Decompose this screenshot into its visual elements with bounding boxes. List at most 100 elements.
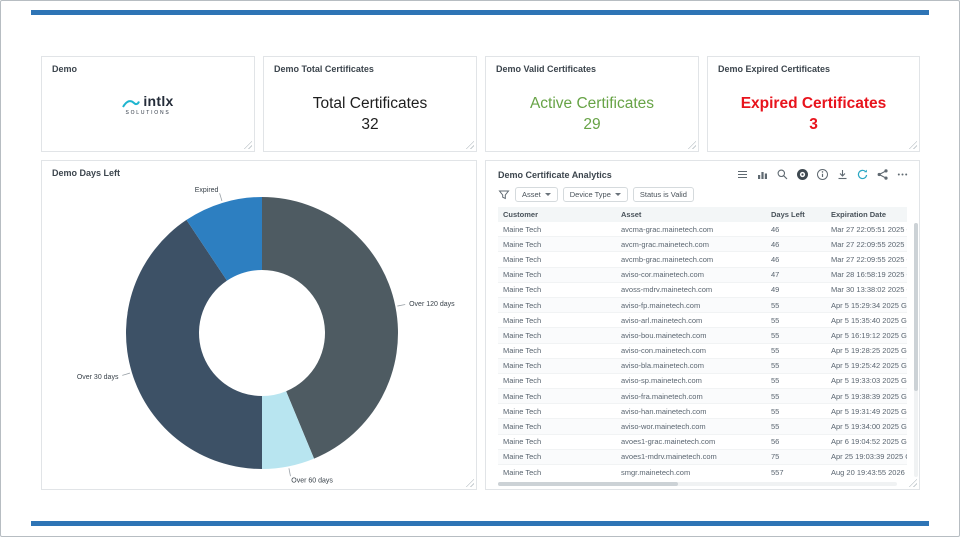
table-cell-asset: aviso-sp.mainetech.com xyxy=(621,376,702,386)
card-days-left: Demo Days Left Over 120 days Over 60 days… xyxy=(41,160,477,490)
download-icon[interactable] xyxy=(836,168,849,181)
table-row[interactable]: Maine Tech avcma-grac.mainetech.com 46 Mar … xyxy=(498,222,907,238)
list-icon[interactable] xyxy=(736,168,749,181)
refresh-icon[interactable] xyxy=(856,168,869,181)
resize-handle[interactable] xyxy=(687,140,696,149)
table-row[interactable]: Maine Tech aviso-con.mainetech.com 55 Apr 5… xyxy=(498,344,907,359)
resize-handle[interactable] xyxy=(465,140,474,149)
filter-status-valid[interactable]: Status is Valid xyxy=(632,187,694,202)
resize-handle[interactable] xyxy=(908,478,917,487)
table-cell-days-left: 75 xyxy=(771,452,780,462)
chevron-down-icon xyxy=(544,193,551,196)
table-row[interactable]: Maine Tech aviso-cor.mainetech.com 47 Mar 2… xyxy=(498,267,907,283)
metric-label: Total Certificates xyxy=(312,95,428,112)
table-cell-expiration: Apr 25 19:03:39 2025 G... xyxy=(831,452,907,462)
card-title: Demo Total Certificates xyxy=(274,64,374,74)
table-cell-days-left: 46 xyxy=(771,224,780,234)
table-cell-customer: Maine Tech xyxy=(503,300,542,310)
share-icon[interactable] xyxy=(876,168,889,181)
filter-asset[interactable]: Asset xyxy=(515,187,558,202)
target-icon[interactable] xyxy=(796,168,809,181)
info-icon[interactable] xyxy=(816,168,829,181)
certificate-table: Customer Asset Days Left Expiration Date… xyxy=(498,207,907,478)
table-cell-expiration: Mar 27 22:09:55 2025 ... xyxy=(831,239,907,249)
metric-value: 29 xyxy=(583,116,601,133)
logo-swoosh-icon xyxy=(122,99,141,108)
bar-chart-icon[interactable] xyxy=(756,168,769,181)
dashboard-slide: Demo intlx SOLUTIONS Demo Total Certific… xyxy=(0,0,960,537)
table-cell-asset: avcma-grac.mainetech.com xyxy=(621,224,714,234)
table-cell-customer: Maine Tech xyxy=(503,467,542,477)
table-row[interactable]: Maine Tech aviso-wor.mainetech.com 55 Apr 5… xyxy=(498,419,907,435)
card-title: Demo Expired Certificates xyxy=(718,64,831,74)
table-row[interactable]: Maine Tech avcmb-grac.mainetech.com 46 Mar … xyxy=(498,252,907,268)
expired-certificates-metric: Expired Certificates 3 xyxy=(708,93,919,135)
table-row[interactable]: Maine Tech aviso-fp.mainetech.com 55 Apr 5 … xyxy=(498,297,907,314)
table-cell-days-left: 557 xyxy=(771,467,784,477)
donut-label-line xyxy=(397,304,406,307)
table-cell-days-left: 55 xyxy=(771,315,780,325)
table-cell-expiration: Mar 28 16:58:19 2025 G... xyxy=(831,270,907,280)
table-cell-days-left: 49 xyxy=(771,285,780,295)
table-cell-customer: Maine Tech xyxy=(503,452,542,462)
table-row[interactable]: Maine Tech avoss-mdrv.mainetech.com 49 Mar … xyxy=(498,283,907,298)
table-cell-days-left: 55 xyxy=(771,391,780,401)
table-cell-days-left: 46 xyxy=(771,254,780,264)
filter-device-type[interactable]: Device Type xyxy=(562,187,628,202)
donut-label: Over 120 days xyxy=(409,301,455,308)
active-certificates-metric: Active Certificates 29 xyxy=(486,93,698,135)
filter-device-type-label: Device Type xyxy=(569,190,611,199)
table-cell-expiration: Mar 30 13:38:02 2025 G... xyxy=(831,285,907,295)
table-row[interactable]: Maine Tech aviso-bla.mainetech.com 55 Apr 5… xyxy=(498,358,907,374)
donut-label: Over 30 days xyxy=(77,374,119,381)
table-row[interactable]: Maine Tech avcm-grac.mainetech.com 46 Mar 2… xyxy=(498,237,907,253)
table-row[interactable]: Maine Tech smgr.mainetech.com 557 Aug 20 19… xyxy=(498,465,907,478)
table-cell-customer: Maine Tech xyxy=(503,254,542,264)
metric-label: Expired Certificates xyxy=(740,95,887,112)
metric-value: 32 xyxy=(361,116,379,133)
table-cell-customer: Maine Tech xyxy=(503,330,542,340)
filter-bar: Asset Device Type Status is Valid xyxy=(486,184,919,207)
table-cell-customer: Maine Tech xyxy=(503,406,542,416)
horizontal-scrollbar-thumb[interactable] xyxy=(498,482,678,486)
column-header-customer[interactable]: Customer xyxy=(498,210,616,219)
card-expired-certificates: Demo Expired Certificates Expired Certif… xyxy=(707,56,920,152)
table-row[interactable]: Maine Tech avoes1-grac.mainetech.com 56 Apr… xyxy=(498,435,907,450)
table-row[interactable]: Maine Tech avoes1-mdrv.mainetech.com 75 Apr… xyxy=(498,449,907,465)
metric-value: 3 xyxy=(809,116,818,133)
resize-handle[interactable] xyxy=(908,140,917,149)
column-header-days-left[interactable]: Days Left xyxy=(766,210,826,219)
table-cell-customer: Maine Tech xyxy=(503,422,542,432)
filter-funnel-icon[interactable] xyxy=(498,189,510,201)
table-cell-asset: aviso-bla.mainetech.com xyxy=(621,361,704,371)
card-total-certificates: Demo Total Certificates Total Certificat… xyxy=(263,56,477,152)
donut-label-line xyxy=(122,372,131,376)
search-icon[interactable] xyxy=(776,168,789,181)
table-row[interactable]: Maine Tech aviso-han.mainetech.com 55 Apr 5… xyxy=(498,404,907,420)
table-row[interactable]: Maine Tech aviso-arl.mainetech.com 55 Apr 5… xyxy=(498,313,907,329)
more-icon[interactable] xyxy=(896,168,909,181)
table-cell-expiration: Apr 5 16:19:12 2025 GMT xyxy=(831,330,907,340)
horizontal-scrollbar[interactable] xyxy=(498,482,897,486)
table-row[interactable]: Maine Tech aviso-bou.mainetech.com 55 Apr 5… xyxy=(498,328,907,344)
cert-table-body: Maine Tech avcma-grac.mainetech.com 46 Mar … xyxy=(498,222,907,478)
table-cell-days-left: 56 xyxy=(771,437,780,447)
vertical-scrollbar[interactable] xyxy=(914,223,918,477)
table-cell-customer: Maine Tech xyxy=(503,361,542,371)
table-cell-expiration: Apr 5 19:33:03 2025 GMT xyxy=(831,376,907,386)
table-row[interactable]: Maine Tech aviso-sp.mainetech.com 55 Apr 5 … xyxy=(498,374,907,390)
table-row[interactable]: Maine Tech aviso-fra.mainetech.com 55 Apr 5… xyxy=(498,389,907,405)
table-cell-asset: aviso-bou.mainetech.com xyxy=(621,330,707,340)
vertical-scrollbar-thumb[interactable] xyxy=(914,223,918,391)
filter-status-label: Status is Valid xyxy=(639,190,687,199)
table-cell-asset: avoss-mdrv.mainetech.com xyxy=(621,285,713,295)
table-cell-expiration: Apr 5 19:34:00 2025 GMT xyxy=(831,422,907,432)
table-cell-asset: aviso-fp.mainetech.com xyxy=(621,300,701,310)
column-header-asset[interactable]: Asset xyxy=(616,210,766,219)
donut-label: Over 60 days xyxy=(291,478,333,485)
donut-label-line xyxy=(219,193,223,202)
column-header-expiration-date[interactable]: Expiration Date xyxy=(826,210,907,219)
table-cell-asset: aviso-arl.mainetech.com xyxy=(621,315,703,325)
table-cell-days-left: 55 xyxy=(771,330,780,340)
logo-text: intlx xyxy=(143,92,174,109)
